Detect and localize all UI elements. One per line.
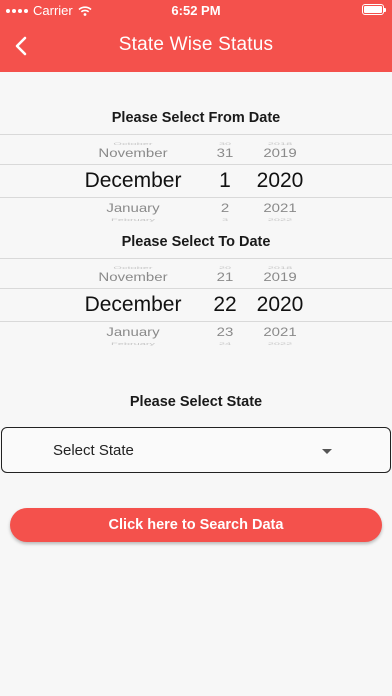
- battery-icon: [362, 4, 386, 15]
- year-option[interactable]: 2018: [248, 142, 312, 146]
- selected-month[interactable]: December: [58, 293, 208, 317]
- year-option[interactable]: 2022: [248, 342, 312, 346]
- picker-selection-line-top: [0, 288, 392, 289]
- status-bar: Carrier 6:52 PM: [0, 0, 392, 20]
- day-option[interactable]: 21: [196, 271, 254, 285]
- app-header: Carrier 6:52 PM State Wise Status: [0, 0, 392, 72]
- status-time: 6:52 PM: [171, 3, 221, 18]
- day-option[interactable]: 24: [196, 342, 254, 346]
- selected-year[interactable]: 2020: [248, 293, 312, 317]
- page-title: State Wise Status: [118, 34, 274, 55]
- state-dropdown[interactable]: Select State: [1, 427, 391, 473]
- state-dropdown-value: Select State: [53, 442, 134, 459]
- year-option[interactable]: 2021: [248, 326, 312, 340]
- month-option[interactable]: January: [58, 326, 208, 340]
- year-option[interactable]: 2022: [248, 218, 312, 222]
- picker-selection-line-bottom: [0, 197, 392, 198]
- year-option[interactable]: 2021: [248, 202, 312, 216]
- day-option[interactable]: 23: [196, 326, 254, 340]
- month-option[interactable]: February: [58, 342, 208, 346]
- month-option[interactable]: February: [58, 218, 208, 222]
- day-option[interactable]: 3: [196, 218, 254, 222]
- selected-month[interactable]: December: [58, 169, 208, 193]
- month-option[interactable]: October: [58, 142, 208, 146]
- picker-top-line: [0, 258, 392, 259]
- day-option[interactable]: 2: [196, 202, 254, 216]
- month-option[interactable]: January: [58, 202, 208, 216]
- day-option[interactable]: 31: [196, 147, 254, 161]
- month-option[interactable]: October: [58, 266, 208, 270]
- from-date-label: Please Select From Date: [111, 110, 281, 126]
- year-option[interactable]: 2018: [248, 266, 312, 270]
- month-option[interactable]: November: [58, 271, 208, 285]
- picker-selection-line-top: [0, 164, 392, 165]
- selected-year[interactable]: 2020: [248, 169, 312, 193]
- from-date-picker[interactable]: October 30 2018 November 31 2019 Decembe…: [0, 134, 392, 234]
- year-option[interactable]: 2019: [248, 271, 312, 285]
- picker-selection-line-bottom: [0, 321, 392, 322]
- caret-down-icon: [322, 449, 332, 454]
- selected-day[interactable]: 1: [196, 169, 254, 193]
- day-option[interactable]: 20: [196, 266, 254, 270]
- search-data-button[interactable]: Click here to Search Data: [10, 508, 382, 542]
- day-option[interactable]: 30: [196, 142, 254, 146]
- month-option[interactable]: November: [58, 147, 208, 161]
- to-date-picker[interactable]: October 20 2018 November 21 2019 Decembe…: [0, 258, 392, 358]
- year-option[interactable]: 2019: [248, 147, 312, 161]
- to-date-label: Please Select To Date: [121, 234, 271, 250]
- picker-top-line: [0, 134, 392, 135]
- selected-day[interactable]: 22: [196, 293, 254, 317]
- state-label: Please Select State: [129, 394, 263, 410]
